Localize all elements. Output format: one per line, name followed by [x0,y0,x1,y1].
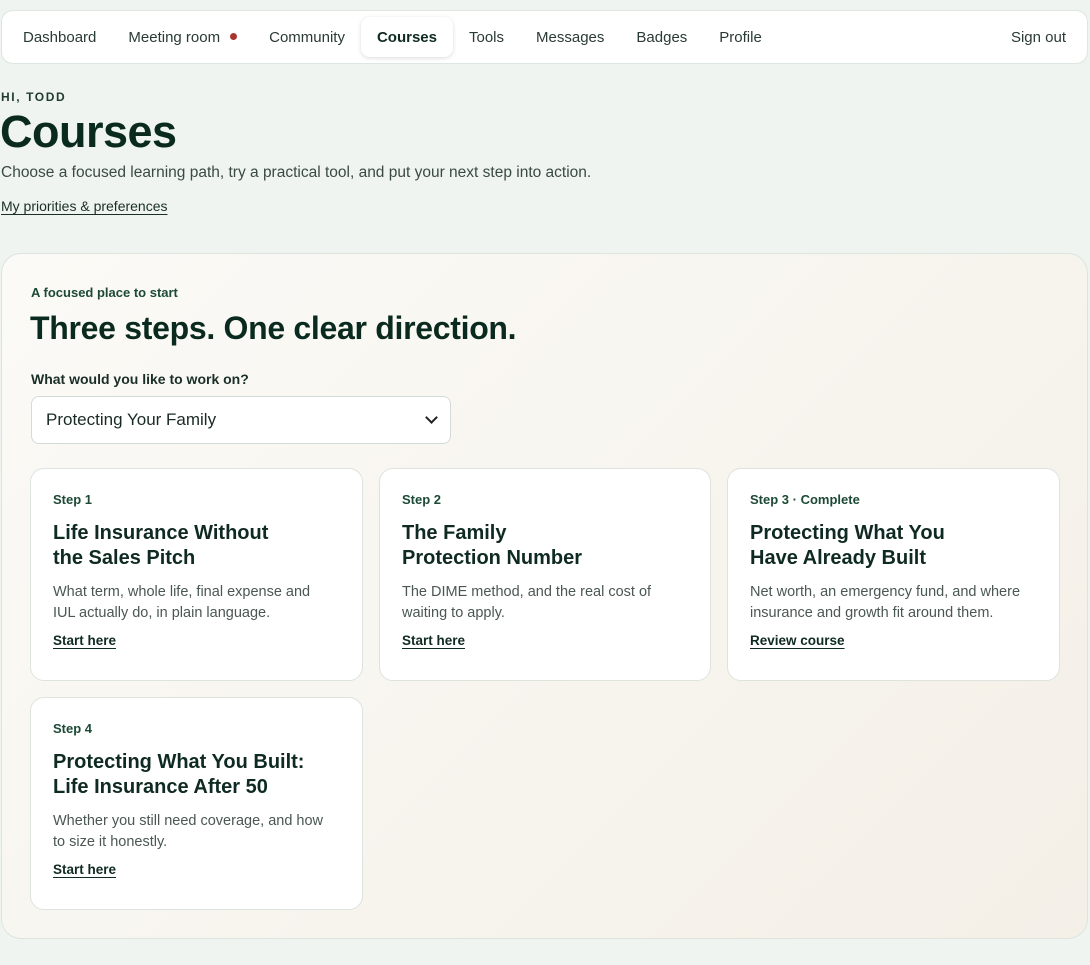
card-title: The Family Protection Number [402,521,688,571]
chevron-down-icon [425,411,438,424]
card-title-line: Protecting What You Built: [53,751,305,773]
course-card-step-3: Step 3 · Complete Protecting What You Ha… [727,468,1060,681]
card-step-label: Step 2 [402,492,442,507]
card-desc-line: to size it honestly. [53,834,168,850]
nav-profile[interactable]: Profile [703,17,778,57]
greeting: HI, TODD [1,90,67,104]
card-title-line: Protecting What You [750,522,945,544]
card-desc-line: IUL actually do, in plain language. [53,605,271,621]
card-desc-line: insurance and growth fit around them. [750,605,994,621]
card-desc-line: Whether you still need coverage, and how [53,813,324,829]
card-title: Protecting What You Have Already Built [750,521,1037,571]
card-description: Whether you still need coverage, and how… [53,811,340,853]
card-title-line: Have Already Built [750,547,926,569]
page-subtitle: Choose a focused learning path, try a pr… [1,164,592,181]
top-nav: Dashboard Meeting room Community Courses… [1,10,1088,64]
card-description: The DIME method, and the real cost of wa… [402,582,688,624]
topic-select-label: What would you like to work on? [31,371,249,387]
nav-dashboard[interactable]: Dashboard [7,17,112,57]
page-title: Courses [0,106,177,157]
nav-meeting-room[interactable]: Meeting room [112,17,253,57]
card-desc-line: The DIME method, and the real cost of [402,584,652,600]
nav-messages[interactable]: Messages [520,17,620,57]
focused-start-panel: A focused place to start Three steps. On… [1,253,1088,939]
card-description: Net worth, an emergency fund, and where … [750,582,1037,624]
card-desc-line: What term, whole life, final expense and [53,584,311,600]
nav-courses[interactable]: Courses [360,17,453,57]
card-step-label: Step 3 · Complete [750,492,860,507]
start-here-link[interactable]: Start here [53,862,116,877]
card-title-line: Life Insurance Without [53,522,269,544]
start-here-link[interactable]: Start here [402,633,465,648]
course-card-step-2: Step 2 The Family Protection Number The … [379,468,711,681]
panel-eyebrow: A focused place to start [31,285,178,300]
course-card-step-1: Step 1 Life Insurance Without the Sales … [30,468,363,681]
review-course-link[interactable]: Review course [750,633,845,648]
card-desc-line: waiting to apply. [402,605,505,621]
nav-badges[interactable]: Badges [620,17,703,57]
sign-out-button[interactable]: Sign out [995,17,1082,57]
card-title-line: Life Insurance After 50 [53,776,268,798]
card-title-line: The Family [402,522,507,544]
start-here-link[interactable]: Start here [53,633,116,648]
topic-select-value: Protecting Your Family [46,410,217,429]
card-desc-line: Net worth, an emergency fund, and where [750,584,1021,600]
card-step-label: Step 1 [53,492,93,507]
card-title-line: the Sales Pitch [53,547,196,569]
topic-select[interactable]: Protecting Your Family [31,396,451,444]
panel-title: Three steps. One clear direction. [30,310,517,346]
notification-dot-icon [230,32,238,40]
preferences-link[interactable]: My priorities & preferences [1,198,168,214]
card-title: Life Insurance Without the Sales Pitch [53,521,340,571]
card-step-label: Step 4 [53,721,93,736]
card-title: Protecting What You Built: Life Insuranc… [53,750,340,800]
card-description: What term, whole life, final expense and… [53,582,340,624]
nav-meeting-room-label: Meeting room [128,28,221,46]
card-title-line: Protection Number [402,547,583,569]
course-card-step-4: Step 4 Protecting What You Built: Life I… [30,697,363,910]
nav-community[interactable]: Community [253,17,361,57]
nav-tools[interactable]: Tools [453,17,520,57]
